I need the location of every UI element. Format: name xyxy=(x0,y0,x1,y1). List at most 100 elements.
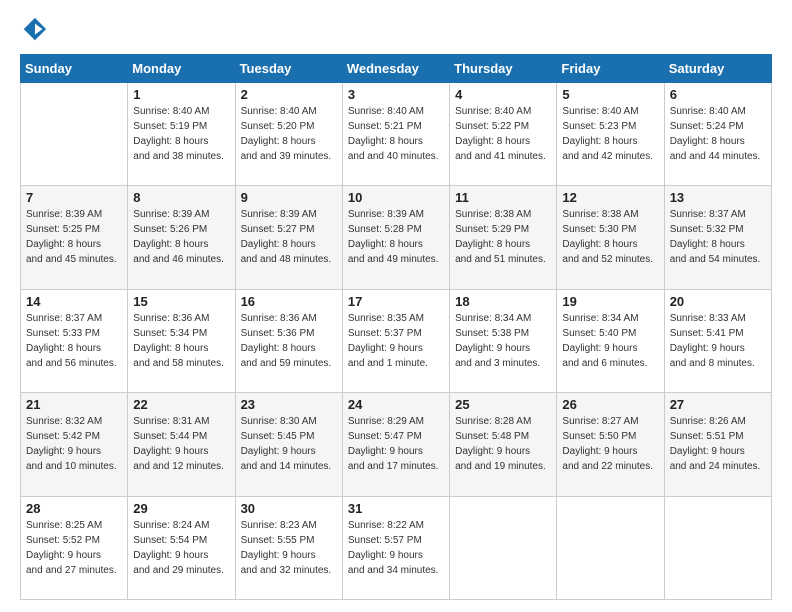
day-number: 7 xyxy=(26,190,122,205)
calendar-cell: 7 Sunrise: 8:39 AMSunset: 5:25 PMDaylight… xyxy=(21,186,128,289)
day-info: Sunrise: 8:26 AMSunset: 5:51 PMDaylight:… xyxy=(670,414,766,474)
day-number: 24 xyxy=(348,397,444,412)
day-number: 28 xyxy=(26,501,122,516)
day-info: Sunrise: 8:40 AMSunset: 5:24 PMDaylight:… xyxy=(670,104,766,164)
day-info: Sunrise: 8:35 AMSunset: 5:37 PMDaylight:… xyxy=(348,311,444,371)
calendar-cell: 18Sunrise: 8:34 AMSunset: 5:38 PMDayligh… xyxy=(450,289,557,392)
day-info: Sunrise: 8:28 AMSunset: 5:48 PMDaylight:… xyxy=(455,414,551,474)
day-of-week-header: Wednesday xyxy=(342,55,449,83)
calendar-cell: 27Sunrise: 8:26 AMSunset: 5:51 PMDayligh… xyxy=(664,393,771,496)
day-info: Sunrise: 8:40 AMSunset: 5:23 PMDaylight:… xyxy=(562,104,658,164)
day-number: 15 xyxy=(133,294,229,309)
calendar-cell: 11 Sunrise: 8:38 AMSunset: 5:29 PMDayligh… xyxy=(450,186,557,289)
calendar-cell: 31 Sunrise: 8:22 AMSunset: 5:57 PMDayligh… xyxy=(342,496,449,599)
day-info: Sunrise: 8:25 AMSunset: 5:52 PMDaylight:… xyxy=(26,518,122,578)
day-info: Sunrise: 8:37 AMSunset: 5:33 PMDaylight:… xyxy=(26,311,122,371)
header xyxy=(20,16,772,44)
logo xyxy=(20,16,52,44)
day-number: 31 xyxy=(348,501,444,516)
day-info: Sunrise: 8:22 AMSunset: 5:57 PMDaylight:… xyxy=(348,518,444,578)
calendar-cell xyxy=(450,496,557,599)
day-of-week-header: Monday xyxy=(128,55,235,83)
day-number: 22 xyxy=(133,397,229,412)
day-info: Sunrise: 8:37 AMSunset: 5:32 PMDaylight:… xyxy=(670,207,766,267)
day-of-week-header: Friday xyxy=(557,55,664,83)
calendar-cell: 29Sunrise: 8:24 AMSunset: 5:54 PMDayligh… xyxy=(128,496,235,599)
day-number: 23 xyxy=(241,397,337,412)
day-number: 29 xyxy=(133,501,229,516)
day-number: 18 xyxy=(455,294,551,309)
day-number: 8 xyxy=(133,190,229,205)
day-info: Sunrise: 8:39 AMSunset: 5:26 PMDaylight:… xyxy=(133,207,229,267)
calendar-cell: 12 Sunrise: 8:38 AMSunset: 5:30 PMDayligh… xyxy=(557,186,664,289)
calendar-cell xyxy=(21,83,128,186)
day-number: 16 xyxy=(241,294,337,309)
day-info: Sunrise: 8:40 AMSunset: 5:20 PMDaylight:… xyxy=(241,104,337,164)
day-info: Sunrise: 8:33 AMSunset: 5:41 PMDaylight:… xyxy=(670,311,766,371)
day-info: Sunrise: 8:40 AMSunset: 5:22 PMDaylight:… xyxy=(455,104,551,164)
calendar-cell: 15 Sunrise: 8:36 AMSunset: 5:34 PMDayligh… xyxy=(128,289,235,392)
calendar-cell: 5 Sunrise: 8:40 AMSunset: 5:23 PMDaylight… xyxy=(557,83,664,186)
day-info: Sunrise: 8:36 AMSunset: 5:34 PMDaylight:… xyxy=(133,311,229,371)
day-number: 13 xyxy=(670,190,766,205)
day-info: Sunrise: 8:34 AMSunset: 5:40 PMDaylight:… xyxy=(562,311,658,371)
calendar-cell: 28 Sunrise: 8:25 AMSunset: 5:52 PMDayligh… xyxy=(21,496,128,599)
day-info: Sunrise: 8:38 AMSunset: 5:29 PMDaylight:… xyxy=(455,207,551,267)
day-of-week-header: Sunday xyxy=(21,55,128,83)
calendar-cell: 1 Sunrise: 8:40 AMSunset: 5:19 PMDaylight… xyxy=(128,83,235,186)
day-number: 26 xyxy=(562,397,658,412)
calendar-cell: 3 Sunrise: 8:40 AMSunset: 5:21 PMDaylight… xyxy=(342,83,449,186)
day-info: Sunrise: 8:38 AMSunset: 5:30 PMDaylight:… xyxy=(562,207,658,267)
day-number: 12 xyxy=(562,190,658,205)
day-number: 25 xyxy=(455,397,551,412)
calendar-cell: 9 Sunrise: 8:39 AMSunset: 5:27 PMDaylight… xyxy=(235,186,342,289)
day-number: 19 xyxy=(562,294,658,309)
day-number: 21 xyxy=(26,397,122,412)
day-of-week-header: Saturday xyxy=(664,55,771,83)
calendar-cell: 22 Sunrise: 8:31 AMSunset: 5:44 PMDayligh… xyxy=(128,393,235,496)
day-number: 1 xyxy=(133,87,229,102)
calendar-cell: 30 Sunrise: 8:23 AMSunset: 5:55 PMDayligh… xyxy=(235,496,342,599)
day-number: 5 xyxy=(562,87,658,102)
day-info: Sunrise: 8:27 AMSunset: 5:50 PMDaylight:… xyxy=(562,414,658,474)
calendar-table: SundayMondayTuesdayWednesdayThursdayFrid… xyxy=(20,54,772,600)
day-number: 4 xyxy=(455,87,551,102)
day-number: 3 xyxy=(348,87,444,102)
day-info: Sunrise: 8:39 AMSunset: 5:28 PMDaylight:… xyxy=(348,207,444,267)
calendar-cell: 26 Sunrise: 8:27 AMSunset: 5:50 PMDayligh… xyxy=(557,393,664,496)
calendar-cell: 6 Sunrise: 8:40 AMSunset: 5:24 PMDaylight… xyxy=(664,83,771,186)
calendar-cell: 10 Sunrise: 8:39 AMSunset: 5:28 PMDayligh… xyxy=(342,186,449,289)
logo-icon xyxy=(20,16,48,44)
calendar-cell: 20 Sunrise: 8:33 AMSunset: 5:41 PMDayligh… xyxy=(664,289,771,392)
day-of-week-header: Tuesday xyxy=(235,55,342,83)
calendar-cell: 21 Sunrise: 8:32 AMSunset: 5:42 PMDayligh… xyxy=(21,393,128,496)
day-number: 10 xyxy=(348,190,444,205)
calendar-cell xyxy=(557,496,664,599)
calendar-cell: 4 Sunrise: 8:40 AMSunset: 5:22 PMDaylight… xyxy=(450,83,557,186)
calendar-cell: 23Sunrise: 8:30 AMSunset: 5:45 PMDayligh… xyxy=(235,393,342,496)
day-info: Sunrise: 8:40 AMSunset: 5:19 PMDaylight:… xyxy=(133,104,229,164)
day-number: 6 xyxy=(670,87,766,102)
day-info: Sunrise: 8:39 AMSunset: 5:27 PMDaylight:… xyxy=(241,207,337,267)
day-info: Sunrise: 8:31 AMSunset: 5:44 PMDaylight:… xyxy=(133,414,229,474)
day-number: 17 xyxy=(348,294,444,309)
day-info: Sunrise: 8:29 AMSunset: 5:47 PMDaylight:… xyxy=(348,414,444,474)
calendar-cell: 25 Sunrise: 8:28 AMSunset: 5:48 PMDayligh… xyxy=(450,393,557,496)
day-info: Sunrise: 8:32 AMSunset: 5:42 PMDaylight:… xyxy=(26,414,122,474)
calendar-cell xyxy=(664,496,771,599)
day-info: Sunrise: 8:23 AMSunset: 5:55 PMDaylight:… xyxy=(241,518,337,578)
day-number: 9 xyxy=(241,190,337,205)
calendar-cell: 14Sunrise: 8:37 AMSunset: 5:33 PMDayligh… xyxy=(21,289,128,392)
day-number: 20 xyxy=(670,294,766,309)
calendar-cell: 8 Sunrise: 8:39 AMSunset: 5:26 PMDaylight… xyxy=(128,186,235,289)
day-number: 30 xyxy=(241,501,337,516)
day-info: Sunrise: 8:39 AMSunset: 5:25 PMDaylight:… xyxy=(26,207,122,267)
page: SundayMondayTuesdayWednesdayThursdayFrid… xyxy=(0,0,792,612)
calendar-cell: 2Sunrise: 8:40 AMSunset: 5:20 PMDaylight… xyxy=(235,83,342,186)
day-number: 11 xyxy=(455,190,551,205)
calendar-cell: 16 Sunrise: 8:36 AMSunset: 5:36 PMDayligh… xyxy=(235,289,342,392)
day-info: Sunrise: 8:40 AMSunset: 5:21 PMDaylight:… xyxy=(348,104,444,164)
day-info: Sunrise: 8:36 AMSunset: 5:36 PMDaylight:… xyxy=(241,311,337,371)
calendar-cell: 24 Sunrise: 8:29 AMSunset: 5:47 PMDayligh… xyxy=(342,393,449,496)
day-of-week-header: Thursday xyxy=(450,55,557,83)
